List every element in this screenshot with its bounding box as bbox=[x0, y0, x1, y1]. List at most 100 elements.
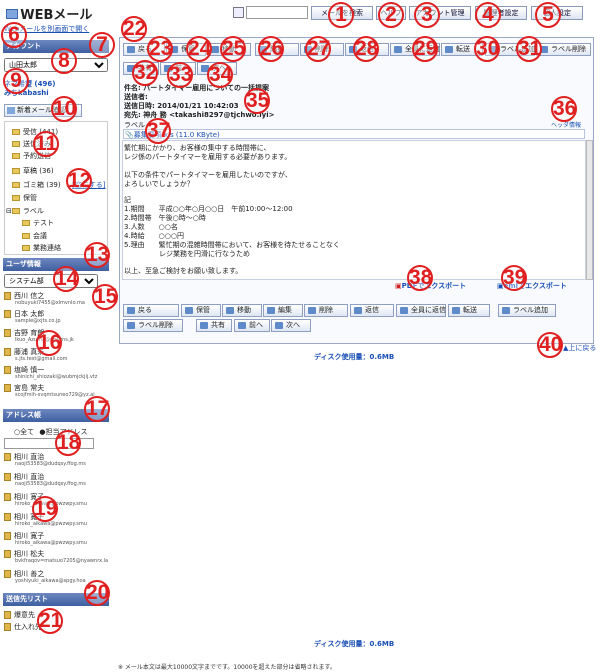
user-item[interactable]: 塩崎 慎一 shinichi_shiozaki@wubmjckjij.vtz bbox=[4, 366, 97, 380]
list-icon bbox=[4, 611, 11, 619]
edit-button-bottom[interactable]: 編集 bbox=[263, 304, 303, 317]
annotation-badge: 34 bbox=[207, 62, 233, 88]
annotation-badge: 38 bbox=[407, 265, 433, 291]
folder-drafts[interactable]: 草稿 (36) bbox=[12, 166, 54, 176]
annotation-badge: 14 bbox=[53, 266, 79, 292]
user-icon bbox=[4, 348, 11, 356]
add-label-button-bottom[interactable]: ラベル追加 bbox=[498, 304, 556, 317]
share-button-bottom[interactable]: 共有 bbox=[196, 319, 232, 332]
address-item[interactable]: 相川 寛子 hiroko_aikawa@pwzwpy.smu bbox=[4, 532, 87, 546]
next-button-bottom[interactable]: 次へ bbox=[271, 319, 311, 332]
folder-icon bbox=[11, 208, 20, 214]
back-arrow-icon bbox=[127, 46, 135, 53]
disk-usage: ディスク使用量：0.6MB bbox=[314, 353, 395, 361]
contact-icon bbox=[4, 550, 11, 558]
user-icon bbox=[4, 310, 11, 318]
folder-labels[interactable]: ⊟ ラベル bbox=[6, 206, 44, 216]
contact-icon bbox=[4, 570, 11, 578]
reply-icon bbox=[354, 307, 362, 314]
annotation-badge: 33 bbox=[167, 62, 193, 88]
prev-icon bbox=[238, 322, 246, 329]
annotation-badge: 22 bbox=[121, 16, 147, 42]
move-button-bottom[interactable]: 移動 bbox=[222, 304, 262, 317]
pdf-icon: ▣ bbox=[395, 282, 402, 290]
annotation-badge: 17 bbox=[84, 396, 110, 422]
annotation-badge: 10 bbox=[51, 96, 77, 122]
annotation-badge: 4 bbox=[475, 2, 501, 28]
folder-icon bbox=[22, 233, 30, 239]
edit-icon bbox=[267, 307, 275, 314]
remove-label-button-bottom[interactable]: ラベル削除 bbox=[123, 319, 183, 332]
mail-check-icon bbox=[7, 107, 15, 114]
user-item[interactable]: 宮島 常夫 scojfmih-svqmtsuneo729@yz.ai bbox=[4, 384, 95, 398]
user-item[interactable]: 日本 太郎 sample@xjts.co.jp bbox=[4, 310, 61, 324]
forward-icon bbox=[452, 307, 460, 314]
folder-trash[interactable]: ゴミ箱 (39) bbox=[12, 180, 61, 190]
user-item[interactable]: 西川 信之 nobuyuki7455@xlmvnlo.ma bbox=[4, 292, 85, 306]
back-arrow-icon bbox=[127, 307, 135, 314]
folder-icon bbox=[12, 195, 20, 201]
prev-button-bottom[interactable]: 前へ bbox=[234, 319, 270, 332]
annotation-badge: 39 bbox=[501, 265, 527, 291]
body-scrollbar[interactable] bbox=[586, 140, 593, 280]
attachment-icon: 📎 bbox=[125, 131, 134, 139]
address-item[interactable]: 相川 直治 naoji53583@dudqsy.ffog.ms bbox=[4, 473, 86, 487]
address-item[interactable]: 相川 松夫 bvkfraqov=matsuo7205@nyawnrx.la bbox=[4, 550, 108, 564]
address-item[interactable]: 相川 直治 naoji53583@dudqsy.ffog.ms bbox=[4, 453, 86, 467]
annotation-badge: 36 bbox=[551, 96, 577, 122]
keep-button-bottom[interactable]: 保管 bbox=[181, 304, 221, 317]
annotation-badge: 2 bbox=[378, 2, 404, 28]
remove-label-button[interactable]: ラベル削除 bbox=[536, 43, 591, 56]
label-business[interactable]: 業務連絡 bbox=[22, 243, 61, 253]
user-icon bbox=[4, 329, 11, 337]
body-line: レジ係のパートタイマーを雇用する必要があります。 bbox=[124, 153, 292, 161]
label-meeting[interactable]: 会議 bbox=[22, 231, 47, 241]
body-line: レジ業務を円滑に行なうため bbox=[124, 250, 250, 258]
annotation-badge: 26 bbox=[258, 36, 284, 62]
disk-usage-footer: ディスク使用量：0.6MB bbox=[314, 640, 395, 648]
folder-icon bbox=[12, 129, 20, 135]
attachment-link[interactable]: 📎募集要項.xls (11.0 KByte) bbox=[125, 130, 220, 140]
contact-icon bbox=[4, 532, 11, 540]
annotation-badge: 12 bbox=[66, 168, 92, 194]
annotation-badge: 9 bbox=[3, 68, 29, 94]
delete-icon bbox=[308, 307, 316, 314]
reply-button-bottom[interactable]: 返信 bbox=[350, 304, 394, 317]
back-to-top-link[interactable]: ▲上に戻る bbox=[563, 343, 596, 353]
annotation-badge: 6 bbox=[1, 22, 27, 48]
logo: WEBメール bbox=[6, 4, 92, 23]
annotation-badge: 28 bbox=[353, 36, 379, 62]
annotation-badge: 7 bbox=[89, 32, 115, 58]
annotation-badge: 5 bbox=[535, 2, 561, 28]
annotation-badge: 11 bbox=[33, 131, 59, 157]
body-line: 以上、至急ご検討をお願い致します。 bbox=[124, 267, 243, 275]
address-item[interactable]: 相川 善之 yoshiyuki_aikawa@spgy.hoa bbox=[4, 570, 86, 584]
annotation-badge: 37 bbox=[145, 118, 171, 144]
contact-icon bbox=[4, 453, 11, 461]
contact-icon bbox=[4, 473, 11, 481]
annotation-badge: 24 bbox=[186, 36, 212, 62]
delete-button-bottom[interactable]: 削除 bbox=[304, 304, 348, 317]
back-button-bottom[interactable]: 戻る bbox=[123, 304, 179, 317]
annotation-badge: 18 bbox=[55, 430, 81, 456]
annotation-badge: 16 bbox=[36, 330, 62, 356]
send-list-item[interactable]: 仕入れ先 bbox=[4, 623, 42, 631]
list-icon bbox=[4, 623, 11, 631]
reply-all-icon bbox=[394, 46, 402, 53]
folder-archive[interactable]: 保管 bbox=[12, 193, 37, 203]
annotation-badge: 40 bbox=[537, 332, 563, 358]
department-select[interactable]: システム部 bbox=[4, 274, 98, 288]
annotation-badge: 25 bbox=[220, 36, 246, 62]
share-icon bbox=[200, 322, 208, 329]
footer-note: ※ メール本文は最大10000文字までです。10000を超えた部分は省略されます… bbox=[118, 664, 336, 671]
send-list-item[interactable]: 爆意先 bbox=[4, 611, 35, 619]
forward-button-bottom[interactable]: 転送 bbox=[448, 304, 490, 317]
annotation-badge: 21 bbox=[37, 608, 63, 634]
next-icon bbox=[275, 322, 283, 329]
label-test[interactable]: テスト bbox=[22, 218, 54, 228]
search-input[interactable] bbox=[246, 6, 308, 19]
user-icon bbox=[4, 292, 11, 300]
label-icon bbox=[502, 307, 510, 314]
folder-icon bbox=[12, 153, 20, 159]
reply-all-button-bottom[interactable]: 全員に返信 bbox=[396, 304, 446, 317]
